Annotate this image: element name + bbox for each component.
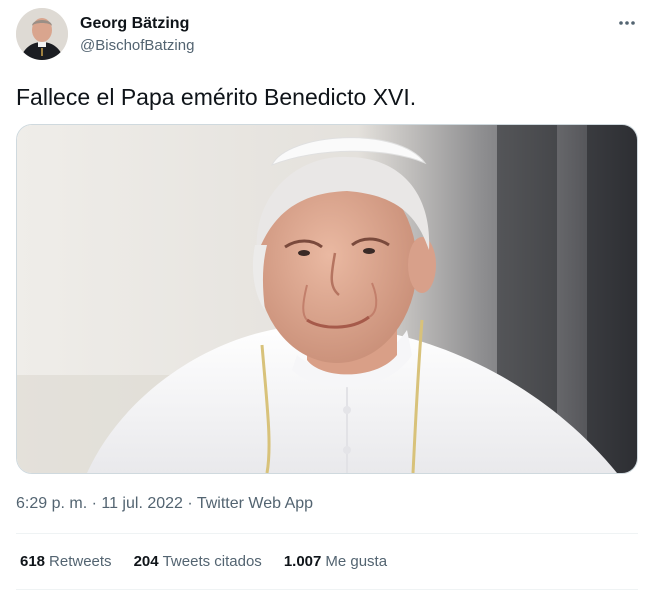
likes-label: Me gusta — [325, 553, 388, 570]
retweets-count: 618 — [20, 553, 46, 570]
more-horizontal-icon — [619, 21, 635, 25]
tweet-stats: 618 Retweets 204 Tweets citados 1.007 Me gu… — [20, 553, 387, 570]
display-name[interactable]: Georg Bätzing — [80, 14, 194, 34]
retweets-stat[interactable]: 618 Retweets — [20, 553, 112, 570]
quotes-count: 204 — [133, 553, 159, 570]
meta-separator: · — [87, 495, 102, 512]
likes-count: 1.007 — [283, 553, 322, 570]
tweet-text: Fallece el Papa emérito Benedicto XVI. — [16, 84, 417, 110]
divider — [16, 589, 638, 590]
quotes-label: Tweets citados — [162, 553, 262, 570]
user-handle[interactable]: @BischofBatzing — [80, 36, 194, 56]
pope-photo — [17, 125, 637, 473]
author-block: Georg Bätzing @BischofBatzing — [80, 14, 194, 56]
likes-stat[interactable]: 1.007 Me gusta — [284, 553, 387, 570]
retweets-label: Retweets — [49, 553, 112, 570]
tweet-image[interactable] — [16, 124, 638, 474]
tweet-date[interactable]: 11 jul. 2022 — [101, 495, 183, 512]
meta-separator: · — [182, 495, 197, 512]
tweet-header: Georg Bätzing @BischofBatzing — [16, 8, 640, 64]
tweet-meta: 6:29 p. m. · 11 jul. 2022 · Twitter Web … — [16, 494, 313, 514]
divider — [16, 533, 638, 534]
tweet-source[interactable]: Twitter Web App — [197, 495, 313, 512]
avatar[interactable] — [16, 8, 68, 60]
tweet-time[interactable]: 6:29 p. m. — [16, 495, 87, 512]
more-options-button[interactable] — [616, 14, 638, 32]
quotes-stat[interactable]: 204 Tweets citados — [134, 553, 262, 570]
